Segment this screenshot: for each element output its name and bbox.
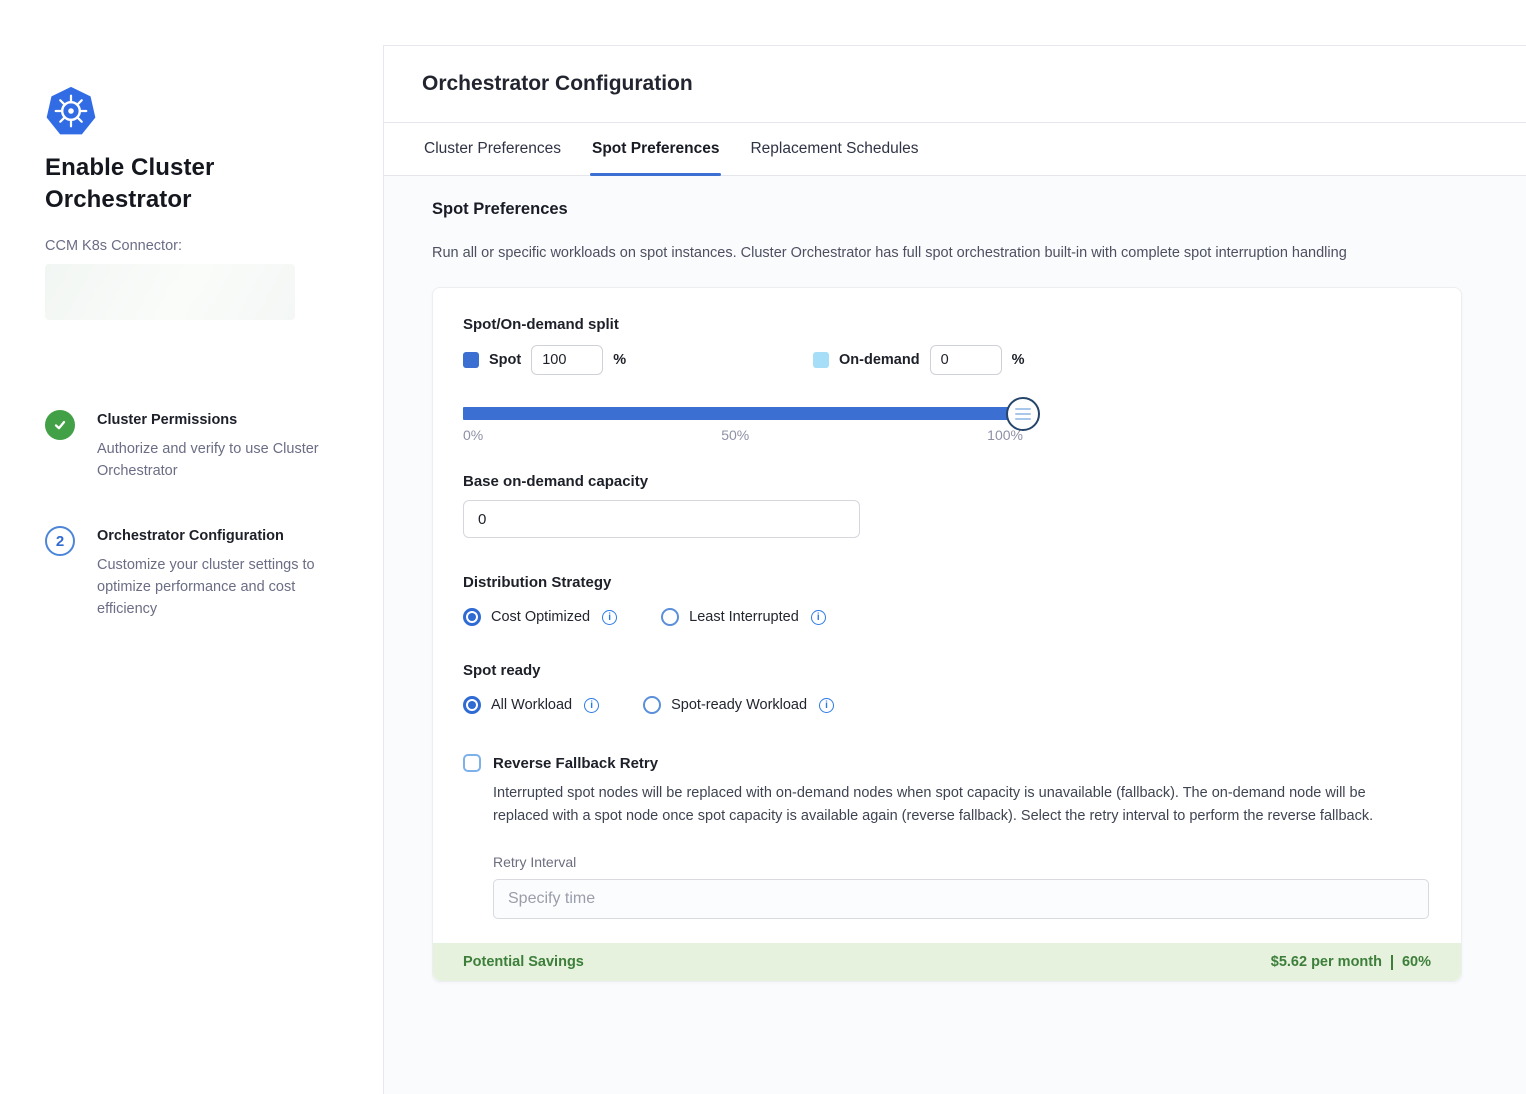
tick-0: 0% [463, 427, 483, 443]
connector-label: CCM K8s Connector: [45, 238, 343, 254]
info-icon[interactable] [602, 610, 617, 625]
section-heading: Spot Preferences [432, 200, 1462, 219]
potential-savings-banner: Potential Savings $5.62 per month 60% [433, 943, 1461, 981]
step-number-badge: 2 [45, 526, 75, 556]
step-description: Customize your cluster settings to optim… [97, 555, 337, 620]
reverse-fallback-checkbox[interactable] [463, 754, 481, 772]
tab-spot-preferences[interactable]: Spot Preferences [590, 123, 722, 175]
step-orchestrator-configuration: 2 Orchestrator Configuration Customize y… [45, 528, 343, 620]
option-label: Spot-ready Workload [671, 697, 807, 713]
sidebar: Enable Cluster Orchestrator CCM K8s Conn… [0, 0, 383, 1094]
section-description: Run all or specific workloads on spot in… [432, 245, 1462, 261]
base-capacity-input[interactable] [463, 500, 860, 538]
step-description: Authorize and verify to use Cluster Orch… [97, 439, 337, 483]
slider-tick-labels: 0% 50% 100% [463, 427, 1023, 443]
on-demand-swatch-icon [813, 352, 829, 368]
tab-bar: Cluster Preferences Spot Preferences Rep… [384, 123, 1526, 176]
option-cost-optimized[interactable]: Cost Optimized [463, 608, 617, 626]
spot-label: Spot [489, 352, 521, 368]
base-capacity-label: Base on-demand capacity [463, 473, 1431, 490]
split-legend: Spot % On-demand % [463, 345, 1431, 375]
radio-icon[interactable] [661, 608, 679, 626]
option-all-workload[interactable]: All Workload [463, 696, 599, 714]
reverse-fallback-label: Reverse Fallback Retry [493, 755, 658, 772]
spot-legend-group: Spot % [463, 345, 813, 375]
distribution-strategy-label: Distribution Strategy [463, 574, 1431, 591]
slider-track[interactable] [463, 407, 1023, 420]
tick-50: 50% [721, 427, 749, 443]
info-icon[interactable] [811, 610, 826, 625]
spot-percent-unit: % [613, 352, 626, 368]
retry-interval-field: Retry Interval [493, 854, 1431, 919]
on-demand-legend-group: On-demand % [813, 345, 1024, 375]
potential-savings-label: Potential Savings [463, 954, 584, 970]
retry-interval-label: Retry Interval [493, 854, 1431, 870]
spot-percent-input[interactable] [531, 345, 603, 375]
on-demand-percent-input[interactable] [930, 345, 1002, 375]
option-label: Least Interrupted [689, 609, 799, 625]
radio-selected-icon[interactable] [463, 696, 481, 714]
connector-name-redacted [45, 264, 295, 320]
tab-replacement-schedules[interactable]: Replacement Schedules [748, 123, 920, 175]
step-complete-check-icon [45, 410, 75, 440]
sidebar-title: Enable Cluster Orchestrator [45, 152, 295, 216]
split-label: Spot/On-demand split [463, 316, 1431, 333]
info-icon[interactable] [584, 698, 599, 713]
spot-preferences-card: Spot/On-demand split Spot % On-demand [432, 287, 1462, 982]
option-spot-ready-workload[interactable]: Spot-ready Workload [643, 696, 834, 714]
main-panel: Orchestrator Configuration Cluster Prefe… [383, 45, 1526, 1094]
retry-interval-input[interactable] [493, 879, 1429, 919]
radio-selected-icon[interactable] [463, 608, 481, 626]
tab-cluster-preferences[interactable]: Cluster Preferences [422, 123, 563, 175]
radio-icon[interactable] [643, 696, 661, 714]
option-label: Cost Optimized [491, 609, 590, 625]
info-icon[interactable] [819, 698, 834, 713]
reverse-fallback-row: Reverse Fallback Retry [463, 754, 1431, 772]
spot-swatch-icon [463, 352, 479, 368]
on-demand-percent-unit: % [1012, 352, 1025, 368]
savings-percent: 60% [1402, 954, 1431, 970]
tab-content: Spot Preferences Run all or specific wor… [384, 176, 1526, 1094]
step-cluster-permissions: Cluster Permissions Authorize and verify… [45, 412, 343, 483]
slider-handle-icon[interactable] [1006, 397, 1040, 431]
page: Enable Cluster Orchestrator CCM K8s Conn… [0, 0, 1526, 1094]
spot-ready-options: All Workload Spot-ready Workload [463, 696, 1431, 714]
main-header: Orchestrator Configuration [384, 46, 1526, 123]
step-title: Cluster Permissions [97, 412, 337, 428]
spot-split-slider: 0% 50% 100% [463, 407, 1023, 443]
on-demand-label: On-demand [839, 352, 920, 368]
step-title: Orchestrator Configuration [97, 528, 337, 544]
kubernetes-icon [45, 86, 97, 136]
savings-separator [1391, 955, 1393, 970]
reverse-fallback-description: Interrupted spot nodes will be replaced … [493, 782, 1423, 828]
savings-amount: $5.62 per month [1271, 954, 1382, 970]
option-least-interrupted[interactable]: Least Interrupted [661, 608, 826, 626]
page-title: Orchestrator Configuration [422, 72, 1526, 96]
spot-ready-label: Spot ready [463, 662, 1431, 679]
distribution-strategy-options: Cost Optimized Least Interrupted [463, 608, 1431, 626]
option-label: All Workload [491, 697, 572, 713]
